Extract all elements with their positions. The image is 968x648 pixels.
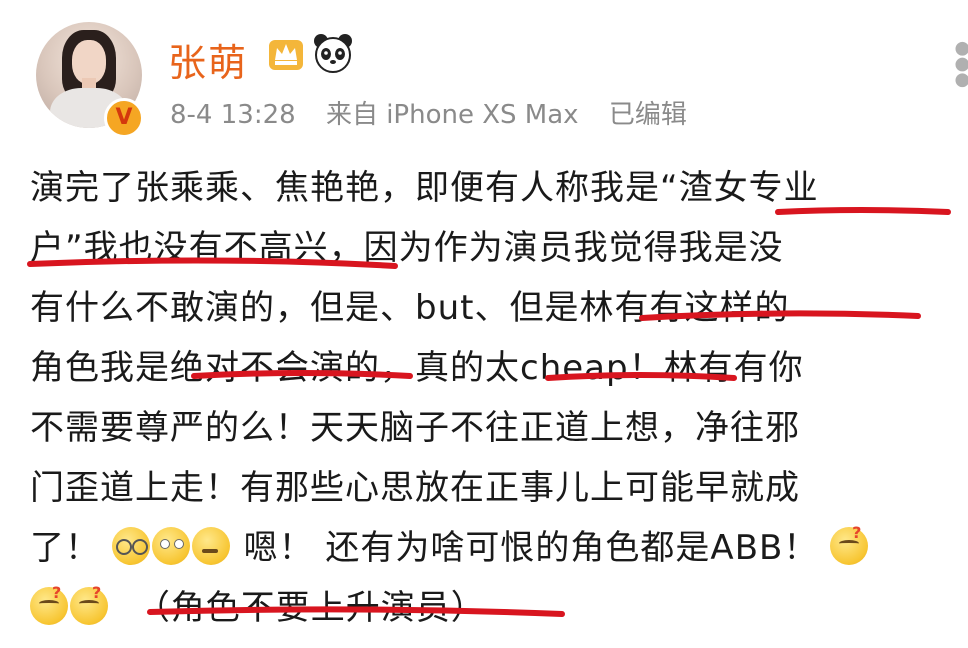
verified-badge-icon: V — [104, 98, 144, 138]
post-line-7a: 了！ — [30, 528, 100, 568]
post-line-8b: （角色不要上升演员） — [135, 588, 486, 628]
glasses-emoji-icon — [111, 527, 150, 565]
user-name[interactable]: 张萌 — [168, 32, 248, 87]
thinking-emoji-icon — [191, 527, 230, 565]
thinking-emoji-icon — [70, 583, 108, 625]
post-line-3: 有什么不敢演的，但是、but、但是林有有这样的 — [30, 288, 790, 328]
thinking-emoji-icon — [30, 583, 68, 625]
post-line-8: （角色不要上升演员） — [30, 580, 486, 629]
post-meta: 8-4 13:28 来自 iPhone XS Max 已编辑 — [170, 94, 709, 131]
underline-1 — [775, 207, 951, 215]
thinking-emoji-icon — [830, 523, 869, 565]
post-source[interactable]: 来自 iPhone XS Max — [326, 100, 579, 130]
post-line-7b: 嗯！ 还有为啥可恨的角色都是ABB！ — [243, 528, 819, 568]
weibo-post: V 张萌 8-4 13:28 来自 iPhone XS Max 已编辑 ●●● … — [0, 0, 968, 648]
crown-icon[interactable] — [266, 34, 306, 72]
post-time: 8-4 13:28 — [170, 100, 296, 130]
post-line-2: 户”我也没有不高兴，因为作为演员我觉得我是没 — [30, 228, 784, 268]
post-line-4: 角色我是绝对不会演的，真的太cheap！林有有你 — [30, 348, 804, 388]
panda-icon[interactable] — [312, 32, 354, 74]
more-icon[interactable]: ●●● — [951, 41, 968, 88]
post-line-1: 演完了张乘乘、焦艳艳，即便有人称我是“渣女专业 — [30, 168, 819, 208]
post-line-5: 不需要尊严的么！天天脑子不往正道上想，净往邪 — [30, 408, 800, 448]
post-line-7: 了！ 嗯！ 还有为啥可恨的角色都是ABB！ — [30, 520, 870, 569]
post-line-6: 门歪道上走！有那些心思放在正事儿上可能早就成 — [30, 468, 800, 508]
post-edited[interactable]: 已编辑 — [609, 100, 687, 130]
eye-roll-emoji-icon — [151, 527, 190, 565]
